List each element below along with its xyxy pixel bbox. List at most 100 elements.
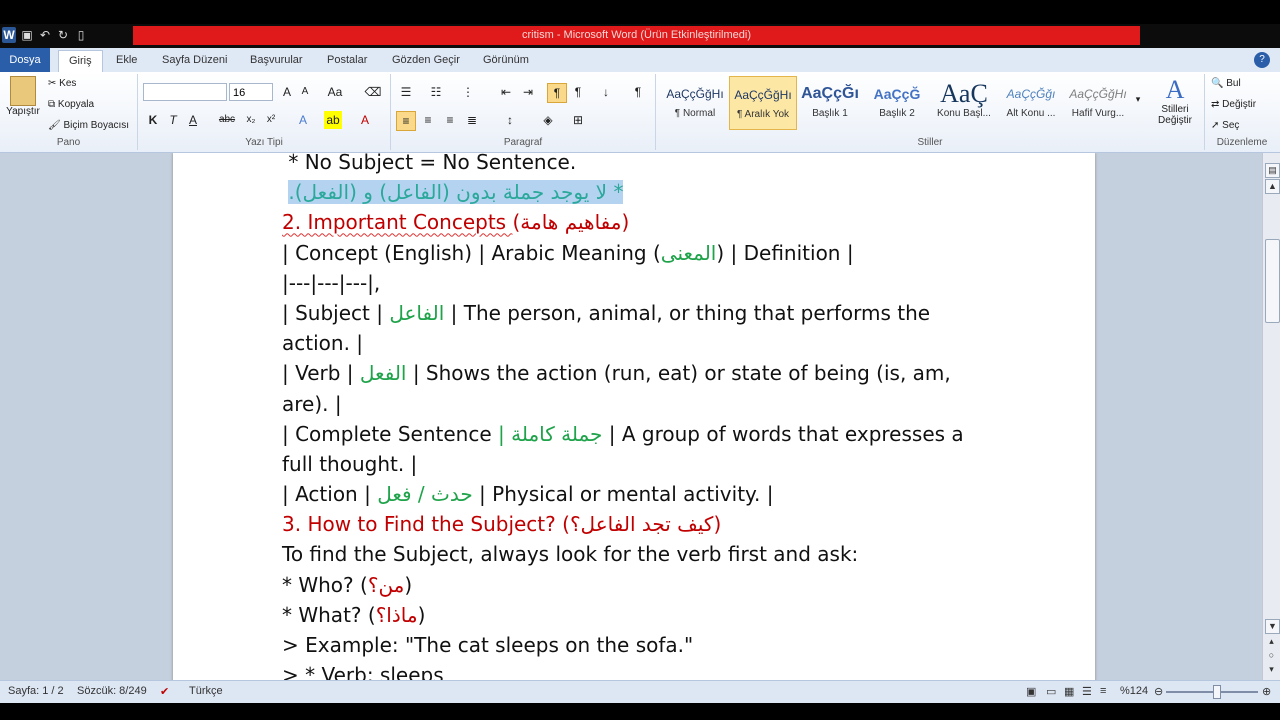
clear-format-icon[interactable]: ⌫: [364, 83, 382, 101]
zoom-in-icon[interactable]: ⊕: [1262, 685, 1271, 698]
style-label: Konu Başl...: [937, 108, 991, 119]
cursor-icon: ➚: [1211, 120, 1220, 131]
doc-line: | Action | حدث / فعل | Physical or menta…: [282, 479, 1082, 509]
tab-file[interactable]: Dosya: [0, 48, 50, 72]
language-indicator[interactable]: Türkçe: [189, 685, 223, 697]
line-spacing-icon[interactable]: ↕: [501, 111, 519, 129]
style-subtitle[interactable]: AaÇçĞğı Alt Konu ...: [998, 76, 1064, 128]
change-styles-button[interactable]: A Stilleri Değiştir: [1150, 76, 1200, 127]
selected-arabic-text[interactable]: * لا يوجد جملة بدون (الفاعل) و (الفعل).: [288, 180, 624, 205]
tab-view[interactable]: Görünüm: [483, 52, 529, 72]
strikethrough-icon[interactable]: abc: [218, 111, 236, 129]
highlight-icon[interactable]: ab: [324, 111, 342, 129]
styles-gallery: AaÇçĞğHı ¶ Normal AaÇçĞğHı ¶ Aralık Yok Aa…: [660, 76, 1148, 130]
proofing-icon[interactable]: ✔: [160, 685, 169, 698]
redo-icon[interactable]: ↻: [56, 27, 70, 43]
shrink-font-icon[interactable]: A: [296, 83, 314, 101]
document-body[interactable]: * No Subject = No Sentence. * لا يوجد جم…: [282, 153, 1082, 680]
styles-more-icon[interactable]: ▾: [1132, 90, 1144, 108]
zoom-out-icon[interactable]: ⊖: [1154, 685, 1163, 698]
doc-line: action. |: [282, 328, 1082, 358]
previous-page-icon[interactable]: ▴: [1265, 635, 1278, 648]
bold-icon[interactable]: K: [144, 111, 162, 129]
superscript-icon[interactable]: x²: [262, 111, 280, 129]
doc-line: * Who? (من؟): [282, 570, 1082, 600]
save-icon[interactable]: ▣: [20, 27, 34, 43]
doc-text: | Complete Sentence: [282, 421, 498, 446]
bullets-icon[interactable]: ☰: [397, 83, 415, 101]
zoom-level[interactable]: %124: [1120, 685, 1148, 697]
tab-mailings[interactable]: Postalar: [327, 52, 367, 72]
zoom-slider[interactable]: [1166, 691, 1258, 693]
style-no-spacing[interactable]: AaÇçĞğHı ¶ Aralık Yok: [729, 76, 797, 130]
style-subtle-emphasis[interactable]: AaÇçĞğHı Hafif Vurg...: [1065, 76, 1131, 128]
scissors-icon: ✂: [48, 78, 57, 89]
format-painter-button[interactable]: 🖌 Biçim Boyacısı: [48, 120, 129, 131]
web-layout-icon[interactable]: ▦: [1064, 685, 1074, 698]
tab-home[interactable]: Giriş: [58, 50, 103, 73]
text-effects-icon[interactable]: A: [294, 111, 312, 129]
select-button[interactable]: ➚ Seç: [1211, 120, 1239, 131]
doc-text: | Verb |: [282, 361, 360, 386]
decrease-indent-icon[interactable]: ⇤: [497, 83, 515, 101]
help-icon[interactable]: ?: [1254, 52, 1270, 68]
ltr-direction-icon[interactable]: ¶: [547, 83, 567, 103]
word-count[interactable]: Sözcük: 8/249: [77, 685, 147, 697]
grow-font-icon[interactable]: A: [278, 83, 296, 101]
numbering-icon[interactable]: ☷: [427, 83, 445, 101]
style-normal[interactable]: AaÇçĞğHı ¶ Normal: [662, 76, 728, 128]
replace-button[interactable]: ⇄ Değiştir: [1211, 99, 1256, 110]
sort-icon[interactable]: ↓: [597, 83, 615, 101]
next-page-icon[interactable]: ▾: [1265, 663, 1278, 676]
draft-icon[interactable]: ≡: [1100, 685, 1106, 697]
subscript-icon[interactable]: x₂: [242, 111, 260, 129]
style-heading-2[interactable]: AaÇçĞ Başlık 2: [864, 76, 930, 128]
copy-button[interactable]: ⧉ Kopyala: [48, 99, 94, 110]
full-screen-reading-icon[interactable]: ▭: [1046, 685, 1056, 698]
scroll-down-icon[interactable]: ▼: [1265, 619, 1280, 634]
outline-icon[interactable]: ☰: [1082, 685, 1092, 698]
change-case-icon[interactable]: Aa: [326, 83, 344, 101]
style-heading-1[interactable]: AaÇçĞı Başlık 1: [797, 76, 863, 128]
increase-indent-icon[interactable]: ⇥: [519, 83, 537, 101]
style-preview: AaÇçĞğHı: [1069, 87, 1127, 101]
cut-button[interactable]: ✂ Kes: [48, 78, 76, 89]
document-page[interactable]: * No Subject = No Sentence. * لا يوجد جم…: [173, 153, 1095, 680]
font-name-combo[interactable]: [143, 83, 227, 101]
zoom-slider-handle[interactable]: [1213, 685, 1221, 699]
undo-icon[interactable]: ↶: [38, 27, 52, 43]
underline-icon[interactable]: A: [184, 111, 202, 129]
italic-icon[interactable]: T: [164, 111, 182, 129]
scroll-thumb[interactable]: [1265, 239, 1280, 323]
find-button[interactable]: 🔍 Bul: [1211, 78, 1241, 89]
scroll-up-icon[interactable]: ▲: [1265, 179, 1280, 194]
font-color-icon[interactable]: A: [356, 111, 374, 129]
doc-line: |---|---|---|,: [282, 268, 1082, 298]
tab-insert[interactable]: Ekle: [116, 52, 137, 72]
style-preview: AaÇçĞğHı: [734, 88, 792, 102]
show-marks-icon[interactable]: ¶: [629, 83, 647, 101]
rtl-direction-icon[interactable]: ¶: [569, 83, 587, 101]
justify-icon[interactable]: ≣: [463, 111, 481, 129]
new-document-icon[interactable]: ▯: [74, 27, 88, 43]
tab-page-layout[interactable]: Sayfa Düzeni: [162, 52, 227, 72]
print-layout-icon[interactable]: ▣: [1026, 685, 1036, 698]
style-title[interactable]: AaÇ Konu Başl...: [931, 76, 997, 128]
align-center-icon[interactable]: ≡: [419, 111, 437, 129]
doc-text: full thought. |: [282, 451, 418, 476]
word-logo-icon[interactable]: W: [2, 27, 16, 43]
tab-review[interactable]: Gözden Geçir: [392, 52, 460, 72]
heading-arabic: (كيف تجد الفاعل؟): [562, 512, 722, 537]
borders-icon[interactable]: ⊞: [569, 111, 587, 129]
tab-references[interactable]: Başvurular: [250, 52, 303, 72]
shading-icon[interactable]: ◈: [539, 111, 557, 129]
page-count[interactable]: Sayfa: 1 / 2: [8, 685, 64, 697]
align-left-icon[interactable]: ≡: [396, 111, 416, 131]
browse-object-icon[interactable]: ○: [1265, 649, 1278, 662]
multilevel-list-icon[interactable]: ⋮: [459, 83, 477, 101]
vertical-scrollbar[interactable]: ▤ ▲ ▼ ▴ ○ ▾: [1262, 153, 1280, 680]
ruler-toggle-icon[interactable]: ▤: [1265, 163, 1280, 178]
font-size-combo[interactable]: 16: [229, 83, 273, 101]
paste-button[interactable]: Yapıştır: [4, 76, 42, 117]
align-right-icon[interactable]: ≡: [441, 111, 459, 129]
